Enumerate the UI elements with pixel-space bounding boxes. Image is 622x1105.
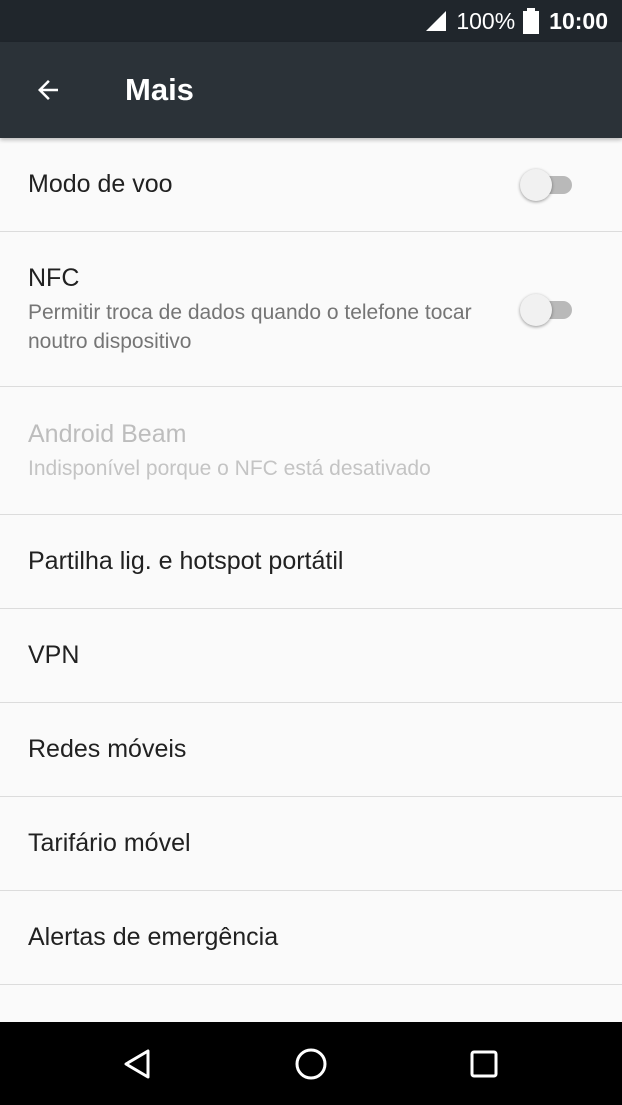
status-bar: 100% 10:00 (0, 0, 622, 42)
item-title: Alertas de emergência (28, 923, 279, 951)
android-beam-text-block: Android Beam Indisponível porque o NFC e… (28, 420, 498, 483)
battery-icon (523, 8, 540, 34)
screen: 100% 10:00 Mais Modo de voo Partilha lig… (0, 0, 622, 1105)
app-bar: Mais (0, 42, 622, 138)
back-triangle-icon (124, 1049, 150, 1078)
page-title: Mais (125, 72, 194, 107)
toggle-thumb (520, 294, 552, 326)
item-title: Partilha lig. e hotspot portátil (28, 547, 344, 575)
item-title: Android Beam (28, 420, 187, 448)
list-item-mobile-networks[interactable]: Redes móveis (0, 703, 622, 797)
item-subtitle: Permitir troca de dados quando o telefon… (28, 301, 472, 353)
clock: 10:00 (549, 7, 608, 34)
nfc-text-block: NFC Permitir troca de dados quando o tel… (28, 264, 498, 356)
toggle-thumb (520, 169, 552, 201)
list-item-vpn[interactable]: VPN (0, 609, 622, 703)
airplane-mode-toggle[interactable] (520, 168, 576, 202)
nav-back-button[interactable] (93, 1022, 183, 1105)
item-subtitle: Indisponível porque o NFC está desativad… (28, 457, 431, 480)
list-item-partial (0, 985, 622, 1022)
navigation-bar (0, 1022, 622, 1105)
nfc-toggle[interactable] (520, 293, 576, 327)
item-title: Redes móveis (28, 735, 187, 763)
item-title: VPN (28, 641, 80, 669)
item-title: Tarifário móvel (28, 829, 191, 857)
nav-home-button[interactable] (266, 1022, 356, 1105)
nav-recents-button[interactable] (439, 1022, 529, 1105)
list-item-emergency-alerts[interactable]: Alertas de emergência (0, 891, 622, 985)
battery-percent: 100% (456, 7, 516, 34)
item-title: NFC (28, 264, 80, 292)
list-item-tethering[interactable]: Partilha lig. e hotspot portátil (0, 515, 622, 609)
list-item-mobile-tariff[interactable]: Tarifário móvel (0, 797, 622, 891)
home-circle-icon (295, 1048, 327, 1079)
back-button[interactable] (24, 66, 72, 114)
recents-square-icon (470, 1050, 498, 1077)
status-indicators: 100% 10:00 (424, 0, 608, 42)
arrow-back-icon (38, 80, 58, 100)
list-item-airplane-mode[interactable]: Modo de voo (0, 138, 622, 232)
signal-icon (426, 11, 447, 31)
item-title: Modo de voo (28, 170, 173, 198)
